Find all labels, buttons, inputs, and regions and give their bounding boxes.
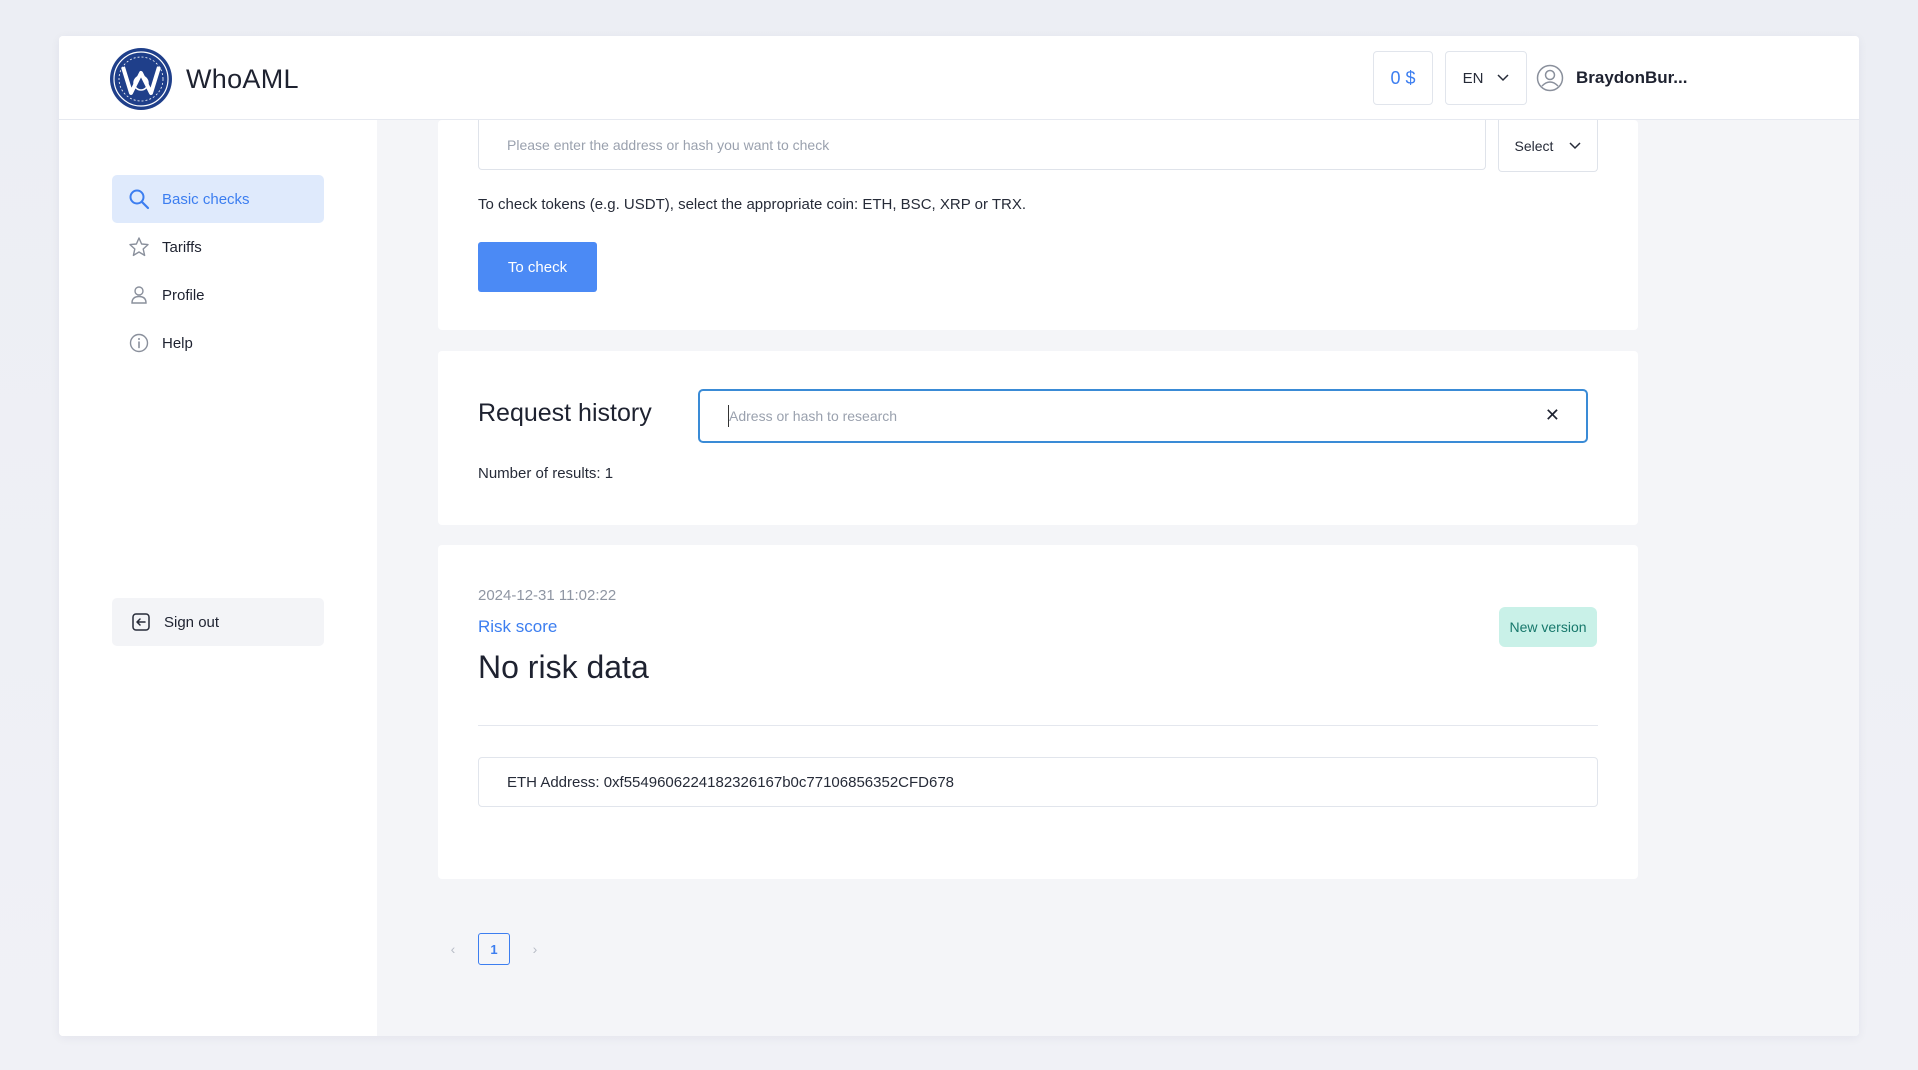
balance-button[interactable]: 0 $: [1373, 51, 1433, 105]
page-number-current[interactable]: 1: [478, 933, 510, 965]
user-icon: [131, 286, 147, 304]
result-address[interactable]: ETH Address: 0xf5549606224182326167b0c77…: [478, 757, 1598, 807]
user-name: BraydonBur...: [1576, 68, 1688, 87]
logo[interactable]: WhoAML: [109, 47, 299, 111]
star-icon: [129, 237, 149, 257]
sign-out-button[interactable]: Sign out: [112, 598, 324, 646]
chevron-down-icon: [1569, 141, 1581, 149]
sidebar-item-help[interactable]: Help: [112, 319, 324, 367]
risk-score-value: No risk data: [478, 649, 649, 685]
check-button[interactable]: To check: [478, 242, 597, 292]
top-header: WhoAML 0 $ EN BraydonBur...: [59, 36, 1859, 120]
history-card: Request history Adress or hash to resear…: [438, 351, 1638, 525]
app-title: WhoAML: [186, 63, 299, 94]
history-search-input[interactable]: Adress or hash to research ✕: [698, 389, 1588, 443]
address-placeholder: Please enter the address or hash you wan…: [507, 136, 830, 153]
main-content: Please enter the address or hash you wan…: [377, 120, 1859, 1036]
sidebar-item-label: Profile: [162, 286, 205, 304]
whoaml-logo-icon: [110, 48, 172, 110]
sign-out-label: Sign out: [164, 613, 220, 631]
language-select[interactable]: EN: [1445, 51, 1527, 105]
result-date: 2024-12-31 11:02:22: [478, 587, 617, 604]
search-icon: [129, 189, 150, 210]
sidebar-item-label: Basic checks: [162, 190, 250, 208]
history-title: Request history: [478, 399, 652, 427]
chevron-down-icon: [1497, 74, 1509, 82]
check-form-card: Please enter the address or hash you wan…: [438, 120, 1638, 330]
sidebar-item-tariffs[interactable]: Tariffs: [112, 223, 324, 271]
risk-score-label: Risk score: [478, 617, 558, 636]
results-count: Number of results: 1: [478, 465, 614, 482]
sidebar-item-label: Tariffs: [162, 238, 202, 256]
history-search-placeholder: Adress or hash to research: [729, 408, 898, 424]
divider: [478, 725, 1598, 726]
next-page-button[interactable]: ›: [520, 941, 550, 957]
language-label: EN: [1462, 69, 1484, 87]
prev-page-button[interactable]: ‹: [438, 941, 468, 957]
token-hint: To check tokens (e.g. USDT), select the …: [478, 196, 1026, 213]
coin-select-label: Select: [1514, 137, 1554, 154]
result-card: 2024-12-31 11:02:22 Risk score No risk d…: [438, 545, 1638, 879]
user-avatar-icon: [1536, 64, 1564, 92]
sidebar-item-profile[interactable]: Profile: [112, 271, 324, 319]
sidebar: Basic checks Tariffs Profile Help Sign o…: [59, 120, 377, 1036]
coin-select[interactable]: Select: [1498, 120, 1598, 172]
sign-out-icon: [132, 613, 150, 631]
user-menu[interactable]: BraydonBur...: [1536, 64, 1687, 92]
clear-search-button[interactable]: ✕: [1545, 405, 1560, 426]
pagination: ‹ 1 ›: [438, 933, 550, 965]
app-window: WhoAML 0 $ EN BraydonBur... Basic checks…: [59, 36, 1859, 1036]
version-badge: New version: [1499, 607, 1597, 647]
sidebar-item-basic-checks[interactable]: Basic checks: [112, 175, 324, 223]
info-icon: [129, 333, 149, 353]
address-input[interactable]: Please enter the address or hash you wan…: [478, 120, 1486, 170]
sidebar-item-label: Help: [162, 334, 193, 352]
